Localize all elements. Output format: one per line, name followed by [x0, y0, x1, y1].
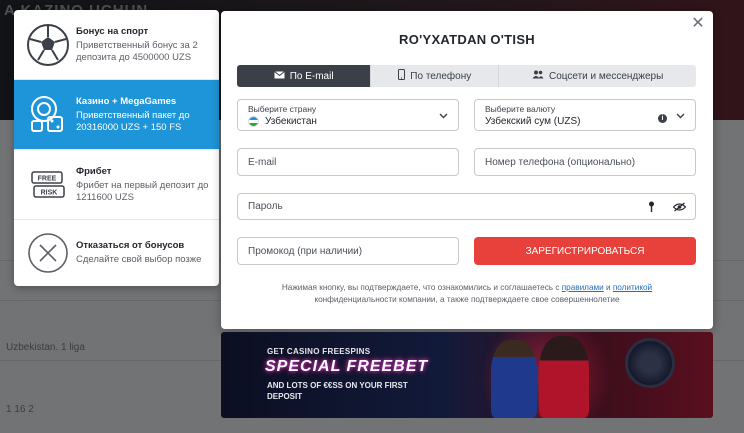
envelope-icon — [273, 70, 285, 82]
bonus-description: Приветственный пакет до 20316000 UZS + 1… — [76, 109, 190, 133]
bonus-description: Приветственный бонус за 2 депозита до 45… — [76, 39, 198, 63]
password-placeholder: Пароль — [248, 201, 283, 212]
bonus-option-decline[interactable]: Отказаться от бонусов Сделайте свой выбо… — [14, 220, 219, 286]
currency-select[interactable]: Выберите валюту Узбекский сум (UZS) i — [474, 99, 696, 131]
roulette-wheel-icon — [625, 338, 675, 388]
phone-icon — [398, 69, 406, 83]
register-button[interactable]: ЗАРЕГИСТРИРОВАТЬСЯ — [474, 237, 696, 265]
registration-modal: ✕ RO'YXATDAN O'TISH По E-mail По телефон… — [221, 11, 713, 329]
soccer-ball-icon — [24, 21, 72, 69]
tab-social[interactable]: Соцсети и мессенджеры — [499, 65, 696, 87]
bonus-option-sport[interactable]: Бонус на спорт Приветственный бонус за 2… — [14, 10, 219, 80]
tab-phone[interactable]: По телефону — [371, 65, 500, 87]
bonus-title: Бонус на спорт — [76, 25, 149, 37]
bonus-title: Казино + MegaGames — [76, 95, 177, 107]
promo-character-male — [491, 340, 537, 418]
registration-tabs: По E-mail По телефону Соцсети и мессендж… — [237, 65, 696, 87]
country-value: Узбекистан — [265, 116, 317, 127]
chevron-down-icon — [676, 111, 685, 122]
privacy-policy-link[interactable]: политикой — [613, 283, 652, 292]
rules-link[interactable]: правилами — [562, 283, 604, 292]
bonus-option-casino[interactable]: Казино + MegaGames Приветственный пакет … — [14, 80, 219, 150]
users-icon — [532, 70, 544, 82]
disclaimer-text: Нажимая кнопку, вы подтверждаете, что оз… — [281, 283, 562, 292]
casino-chips-icon — [24, 91, 72, 139]
close-icon[interactable]: ✕ — [691, 16, 705, 32]
disclaimer-text: и — [603, 283, 613, 292]
bonus-option-freebet[interactable]: FREE RISK Фрибет Фрибет на первый депози… — [14, 150, 219, 220]
chevron-down-icon — [439, 111, 448, 122]
tab-label: По E-mail — [289, 70, 334, 82]
currency-value: Узбекский сум (UZS) — [485, 116, 581, 127]
email-placeholder: E-mail — [248, 156, 277, 168]
eye-slash-icon[interactable] — [672, 202, 687, 215]
uzbekistan-flag-icon — [248, 116, 259, 127]
password-field[interactable]: Пароль — [237, 193, 696, 220]
promo-code-field[interactable]: Промокод (при наличии) — [237, 237, 459, 265]
modal-title: RO'YXATDAN O'TISH — [399, 32, 535, 47]
promo-banner[interactable]: GET CASINO FREESPINS SPECIAL FREEBET AND… — [221, 332, 713, 418]
info-icon[interactable]: i — [658, 114, 667, 123]
free-risk-icon: FREE RISK — [24, 161, 72, 209]
tab-label: По телефону — [410, 70, 472, 82]
bonus-description: Фрибет на первый депозит до 1211600 UZS — [76, 179, 209, 203]
cancel-circle-icon — [24, 229, 72, 277]
promo-headline: SPECIAL FREEBET — [265, 358, 429, 375]
email-field[interactable]: E-mail — [237, 148, 459, 176]
phone-placeholder: Номер телефона (опционально) — [485, 156, 636, 168]
promo-line-3: AND LOTS OF €€SS ON YOUR FIRST DEPOSIT — [267, 381, 408, 401]
bonus-selector: Бонус на спорт Приветственный бонус за 2… — [14, 10, 219, 286]
tab-label: Соцсети и мессенджеры — [548, 70, 664, 82]
bonus-description: Сделайте свой выбор позже — [76, 254, 202, 265]
promo-character-female — [539, 336, 589, 418]
phone-field[interactable]: Номер телефона (опционально) — [474, 148, 696, 176]
tab-email[interactable]: По E-mail — [237, 65, 372, 87]
country-label: Выберите страну — [248, 104, 317, 114]
svg-text:RISK: RISK — [41, 189, 58, 196]
bonus-title: Отказаться от бонусов — [76, 240, 185, 251]
bonus-title: Фрибет — [76, 165, 112, 177]
key-icon[interactable] — [648, 201, 655, 216]
country-select[interactable]: Выберите страну Узбекистан — [237, 99, 459, 131]
svg-text:FREE: FREE — [38, 175, 57, 182]
promo-code-placeholder: Промокод (при наличии) — [248, 245, 363, 257]
terms-disclaimer: Нажимая кнопку, вы подтверждаете, что оз… — [261, 282, 673, 306]
promo-line-1: GET CASINO FREESPINS — [267, 347, 371, 356]
currency-label: Выберите валюту — [485, 104, 556, 114]
disclaimer-text: конфиденциальности компании, а также под… — [314, 295, 620, 304]
